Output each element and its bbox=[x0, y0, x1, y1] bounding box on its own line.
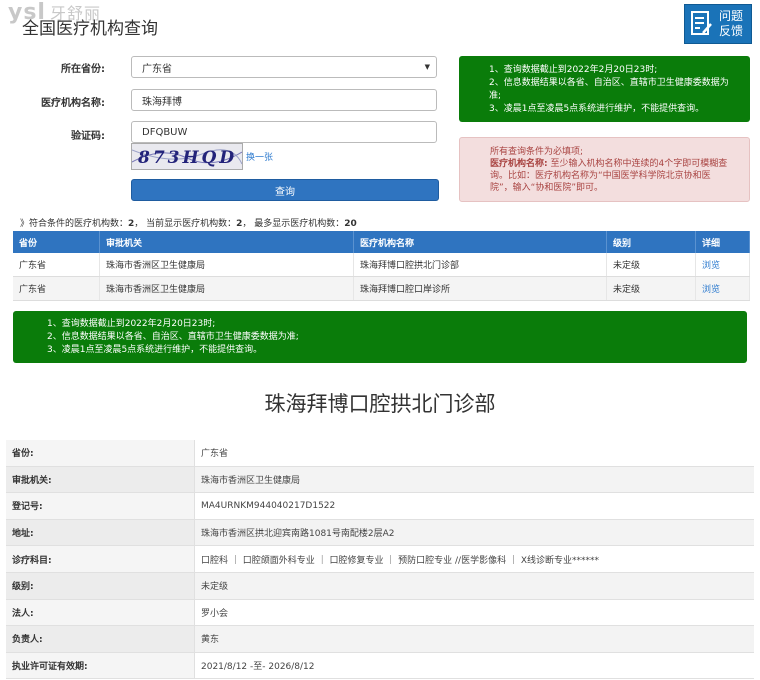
detail-key: 登记号: bbox=[6, 492, 195, 520]
feedback-button[interactable]: 问题 反馈 bbox=[684, 4, 752, 44]
province-select[interactable]: 广东省 ▼ bbox=[131, 56, 437, 78]
detail-value: 珠海市香洲区拱北迎宾南路1081号南配楼2层A2 bbox=[194, 519, 754, 547]
notice-line: 1、查询数据截止到2022年2月20日23时; bbox=[47, 319, 216, 329]
detail-key: 审批机关: bbox=[6, 466, 195, 494]
notice-line: 1、查询数据截止到2022年2月20日23时; bbox=[489, 65, 658, 75]
chevron-down-icon: ▼ bbox=[424, 63, 430, 71]
detail-table: 省份: 广东省 审批机关: 珠海市香洲区卫生健康局 登记号: MA4URNKM9440… bbox=[6, 440, 754, 680]
cell-authority: 珠海市香洲区卫生健康局 bbox=[99, 276, 354, 301]
notice-box-top: 1、查询数据截止到2022年2月20日23时; 2、信息数据结果以各省、自治区、… bbox=[459, 56, 750, 122]
detail-row: 负责人: 黄东 bbox=[6, 625, 754, 653]
cell-authority: 珠海市香洲区卫生健康局 bbox=[99, 253, 354, 277]
cell-level: 未定级 bbox=[606, 253, 696, 277]
notice-line: 3、凌晨1点至凌晨5点系统进行维护，不能提供查询。 bbox=[489, 104, 705, 114]
province-row: 所在省份: bbox=[0, 59, 105, 75]
notice-box-bottom: 1、查询数据截止到2022年2月20日23时; 2、信息数据结果以各省、自治区、… bbox=[13, 311, 747, 363]
captcha-value: DFQBUW bbox=[142, 126, 188, 138]
detail-value: MA4URNKM944040217D1522 bbox=[194, 492, 754, 520]
detail-value: 珠海市香洲区卫生健康局 bbox=[194, 466, 754, 494]
refresh-captcha-link[interactable]: 换一张 bbox=[246, 150, 273, 163]
col-header: 详细 bbox=[695, 231, 750, 253]
detail-value: 黄东 bbox=[194, 625, 754, 653]
requirement-box: 所有查询条件为必填项; 医疗机构名称: 至少输入机构名称中连续的4个字即可模糊查… bbox=[459, 137, 750, 202]
detail-key: 诊疗科目: bbox=[6, 545, 195, 573]
detail-title: 珠海拜博口腔拱北门诊部 bbox=[264, 392, 496, 416]
table-row: 广东省 珠海市香洲区卫生健康局 珠海拜博口腔拱北门诊部 未定级 浏览 bbox=[13, 253, 750, 277]
requirement-label: 医疗机构名称: bbox=[490, 159, 548, 169]
detail-value: 广东省 bbox=[194, 440, 754, 467]
notice-line: 准; bbox=[489, 91, 502, 101]
edit-question-icon bbox=[691, 11, 712, 35]
captcha-image[interactable]: 873HQD bbox=[131, 143, 243, 170]
detail-key: 法人: bbox=[6, 599, 195, 627]
captcha-text: 873HQD bbox=[137, 148, 237, 168]
result-summary: 》符合条件的医疗机构数：2， 当前显示医疗机构数：2， 最多显示医疗机构数：20 bbox=[20, 219, 357, 229]
captcha-input[interactable]: DFQBUW bbox=[131, 121, 437, 143]
col-header: 级别 bbox=[606, 231, 696, 253]
table-row: 广东省 珠海市香洲区卫生健康局 珠海拜博口腔口岸诊所 未定级 浏览 bbox=[13, 276, 750, 301]
requirement-line: 院”，输入“协和医院”即可。 bbox=[490, 183, 603, 193]
detail-row: 审批机关: 珠海市香洲区卫生健康局 bbox=[6, 466, 754, 494]
detail-key: 地址: bbox=[6, 519, 195, 547]
feedback-label-2: 反馈 bbox=[719, 24, 744, 38]
cell-province: 广东省 bbox=[13, 276, 100, 301]
notice-line: 2、信息数据结果以各省、自治区、直辖市卫生健康委数据为 bbox=[489, 78, 729, 88]
detail-row: 登记号: MA4URNKM944040217D1522 bbox=[6, 492, 754, 520]
detail-key: 负责人: bbox=[6, 625, 195, 653]
col-header: 审批机关 bbox=[99, 231, 354, 253]
province-label: 所在省份: bbox=[61, 63, 105, 75]
table-header-row: 省份 审批机关 医疗机构名称 级别 详细 bbox=[13, 231, 750, 253]
detail-key: 省份: bbox=[6, 440, 195, 467]
requirement-line: 所有查询条件为必填项; bbox=[490, 147, 584, 157]
detail-value: 2021/8/12 -至- 2026/8/12 bbox=[194, 652, 754, 680]
query-button[interactable]: 查询 bbox=[131, 179, 439, 201]
detail-row: 执业许可证有效期: 2021/8/12 -至- 2026/8/12 bbox=[6, 652, 754, 680]
notice-line: 2、信息数据结果以各省、自治区、直辖市卫生健康委数据为准; bbox=[47, 332, 299, 342]
detail-row: 级别: 未定级 bbox=[6, 572, 754, 600]
captcha-label: 验证码: bbox=[71, 130, 105, 142]
province-value: 广东省 bbox=[142, 63, 172, 75]
name-row: 医疗机构名称: bbox=[0, 93, 105, 109]
page-title: 全国医疗机构查询 bbox=[22, 19, 158, 39]
detail-key: 执业许可证有效期: bbox=[6, 652, 195, 680]
detail-row: 地址: 珠海市香洲区拱北迎宾南路1081号南配楼2层A2 bbox=[6, 519, 754, 547]
cell-institution: 珠海拜博口腔拱北门诊部 bbox=[353, 253, 607, 277]
col-header: 省份 bbox=[13, 231, 100, 253]
detail-row: 诊疗科目: 口腔科 ｜ 口腔颌面外科专业 ｜ 口腔修复专业 ｜ 预防口腔专业 //… bbox=[6, 545, 754, 573]
cell-province: 广东省 bbox=[13, 253, 100, 277]
cell-institution: 珠海拜博口腔口岸诊所 bbox=[353, 276, 607, 301]
institution-name-input[interactable]: 珠海拜博 bbox=[131, 89, 437, 111]
detail-row: 法人: 罗小会 bbox=[6, 599, 754, 627]
name-label: 医疗机构名称: bbox=[41, 97, 105, 109]
browse-link[interactable]: 浏览 bbox=[695, 276, 750, 301]
detail-value: 罗小会 bbox=[194, 599, 754, 627]
detail-value: 未定级 bbox=[194, 572, 754, 600]
detail-row: 省份: 广东省 bbox=[6, 440, 754, 467]
detail-key: 级别: bbox=[6, 572, 195, 600]
col-header: 医疗机构名称 bbox=[353, 231, 607, 253]
captcha-row: 验证码: bbox=[0, 126, 105, 142]
browse-link[interactable]: 浏览 bbox=[695, 253, 750, 277]
institution-name-value: 珠海拜博 bbox=[142, 96, 182, 108]
detail-value: 口腔科 ｜ 口腔颌面外科专业 ｜ 口腔修复专业 ｜ 预防口腔专业 //医学影像科… bbox=[194, 545, 754, 573]
requirement-line: 至少输入机构名称中连续的4个字即可模糊查 bbox=[547, 159, 728, 169]
cell-level: 未定级 bbox=[606, 276, 696, 301]
notice-line: 3、凌晨1点至凌晨5点系统进行维护，不能提供查询。 bbox=[47, 345, 263, 355]
feedback-label-1: 问题 bbox=[719, 9, 744, 23]
results-table: 省份 审批机关 医疗机构名称 级别 详细 广东省 珠海市香洲区卫生健康局 珠海拜… bbox=[13, 231, 750, 301]
requirement-line: 询。比如：医疗机构名称为“中国医学科学院北京协和医 bbox=[490, 171, 711, 181]
